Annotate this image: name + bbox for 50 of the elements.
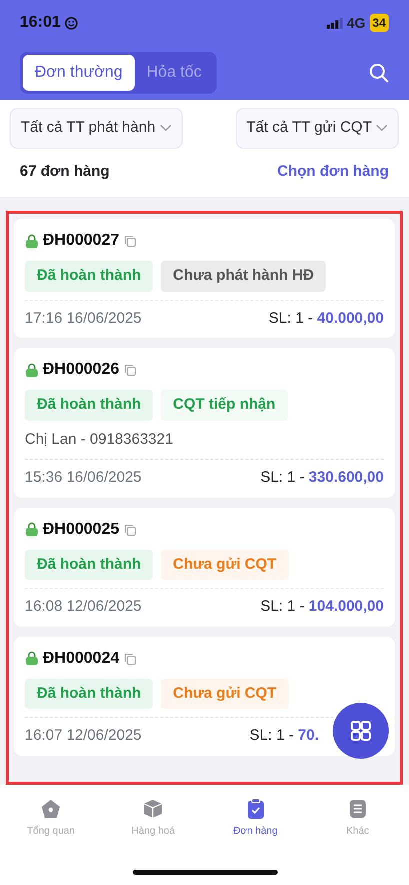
- grid-icon: [350, 720, 372, 742]
- order-time: 15:36 16/06/2025: [25, 468, 142, 488]
- chevron-down-icon: [160, 124, 172, 132]
- order-total: SL: 1 - 40.000,00: [268, 308, 384, 328]
- network-label: 4G: [346, 14, 366, 32]
- status-tag: CQT tiếp nhận: [161, 390, 288, 420]
- search-icon[interactable]: [369, 63, 389, 83]
- status-time: 16:01: [20, 13, 61, 33]
- order-card[interactable]: ĐH000025 Đã hoàn thành Chưa gửi CQT 16:08 12/06/2025 SL: 1 - 104.000,00: [14, 508, 395, 626]
- chevron-down-icon: [376, 124, 388, 132]
- status-tag: Chưa phát hành HĐ: [161, 261, 326, 292]
- order-code: ĐH000027: [43, 231, 120, 251]
- order-card[interactable]: ĐH000024 Đã hoàn thành Chưa gửi CQT 16:07 12/06/2025 SL: 1 - 70.: [14, 636, 395, 756]
- copy-icon[interactable]: [124, 364, 136, 376]
- box-icon: [142, 798, 164, 820]
- bag-icon: [25, 651, 39, 666]
- status-tag: Đã hoàn thành: [25, 390, 154, 420]
- select-orders-link[interactable]: Chọn đơn hàng: [278, 160, 389, 183]
- bag-icon: [25, 362, 39, 378]
- order-code: ĐH000025: [43, 520, 120, 540]
- order-time: 16:07 12/06/2025: [25, 726, 142, 746]
- copy-icon[interactable]: [124, 652, 136, 664]
- status-tag: Đã hoàn thành: [25, 678, 154, 709]
- order-code: ĐH000026: [43, 360, 120, 380]
- order-card[interactable]: ĐH000026 Đã hoàn thành CQT tiếp nhận Chị Lan - 0918363321 15:36 16/06/2025 SL: 1 - 330.600,00: [14, 348, 395, 498]
- status-tag: Đã hoàn thành: [25, 261, 154, 292]
- order-total: SL: 1 - 104.000,00: [260, 597, 384, 617]
- customer-info: Chị Lan - 0918363321: [25, 430, 174, 450]
- order-card[interactable]: ĐH000027 Đã hoàn thành Chưa phát hành HĐ 17:16 16/06/2025 SL: 1 - 40.000,00: [14, 219, 395, 338]
- signal-icon: [326, 18, 343, 28]
- copy-icon[interactable]: [124, 524, 136, 536]
- copy-icon[interactable]: [124, 235, 136, 247]
- bag-icon: [25, 522, 39, 537]
- order-total: SL: 1 - 70.: [250, 726, 319, 746]
- home-icon: [40, 798, 62, 820]
- status-tag: Chưa gửi CQT: [161, 550, 289, 580]
- smiley-icon: [64, 16, 78, 30]
- order-time: 17:16 16/06/2025: [25, 308, 142, 328]
- order-count: 67 đơn hàng: [20, 162, 110, 182]
- filter-dropdown[interactable]: Tất cả TT phát hành: [10, 108, 183, 148]
- status-tag: Đã hoàn thành: [25, 550, 154, 580]
- status-tag: Chưa gửi CQT: [161, 678, 289, 709]
- bag-icon: [25, 234, 39, 248]
- order-time: 16:08 12/06/2025: [25, 597, 142, 617]
- order-total: SL: 1 - 330.600,00: [260, 468, 384, 488]
- tab[interactable]: Hỏa tốc: [134, 55, 214, 91]
- order-code: ĐH000024: [43, 648, 120, 668]
- battery-level: 34: [370, 14, 389, 32]
- filter-dropdown[interactable]: Tất cả TT gửi CQT: [236, 108, 399, 148]
- tab[interactable]: Đơn thường: [23, 55, 135, 91]
